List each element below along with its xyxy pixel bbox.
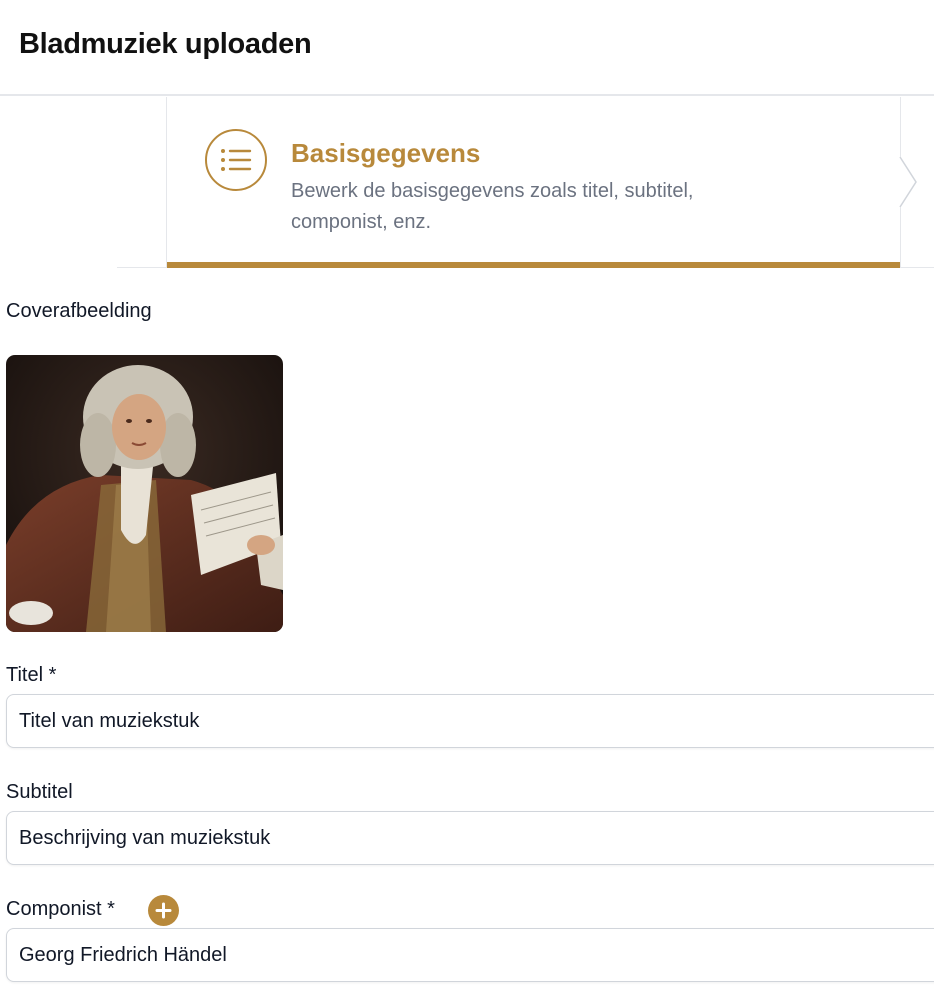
cover-image[interactable] <box>6 355 283 632</box>
step-basisgegevens[interactable]: Basisgegevens Bewerk de basisgegevens zo… <box>166 97 917 268</box>
subtitle-input[interactable] <box>7 812 934 864</box>
cover-label: Coverafbeelding <box>6 300 152 322</box>
step-separator-chevron <box>898 156 918 212</box>
title-label: Titel * <box>6 664 57 686</box>
title-field[interactable] <box>6 694 934 748</box>
add-composer-button[interactable] <box>148 895 179 926</box>
page-title: Bladmuziek uploaden <box>19 28 312 60</box>
composer-field[interactable] <box>6 928 934 982</box>
page-header: Bladmuziek uploaden <box>0 0 934 96</box>
plus-icon <box>155 902 172 919</box>
subtitle-field[interactable] <box>6 811 934 865</box>
composer-label: Componist * <box>6 898 115 920</box>
title-input[interactable] <box>7 695 934 747</box>
list-icon <box>205 129 267 191</box>
step-description: Bewerk de basisgegevens zoals titel, sub… <box>291 180 694 233</box>
subtitle-label: Subtitel <box>6 781 73 803</box>
composer-input[interactable] <box>7 929 934 981</box>
step-active-indicator <box>167 262 900 268</box>
step-title: Basisgegevens <box>291 138 481 168</box>
